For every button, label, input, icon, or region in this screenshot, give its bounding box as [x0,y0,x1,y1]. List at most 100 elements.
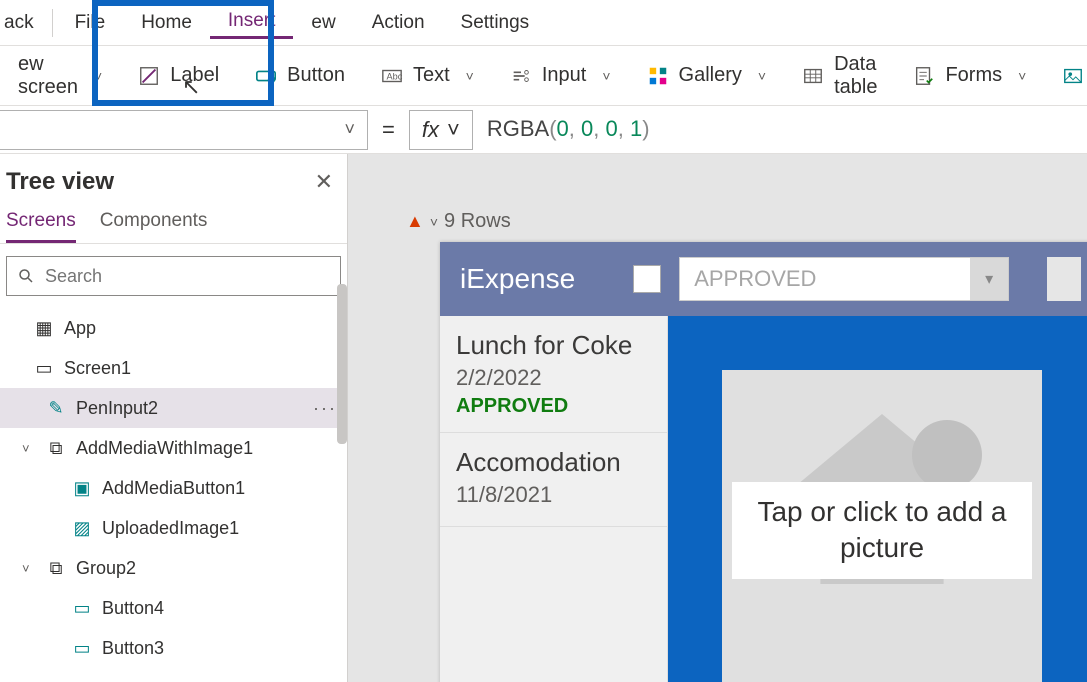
close-icon[interactable]: ✕ [315,169,333,195]
list-item[interactable]: Accomodation 11/8/2021 [440,433,667,527]
ribbon-media[interactable]: Mec [1044,46,1087,105]
ribbon-datatable-label: Data table [834,53,877,99]
canvas-area[interactable]: ▲ ˅ 9 Rows iExpense APPROVED ▾ Lunch for… [348,154,1087,682]
tree-view-title: Tree view [6,168,114,196]
formula-input[interactable]: RGBA(0, 0, 0, 1) [473,116,650,143]
ribbon-label-text: Label [170,64,219,87]
chevron-down-icon: ▾ [970,258,1008,300]
scrollbar[interactable] [337,284,347,444]
chevron-down-icon: ˅ [447,117,460,143]
tree-node-group2[interactable]: ˅⧉Group2 [0,548,347,588]
formula-function: RGBA [487,116,549,141]
ribbon-data-table[interactable]: Data table [784,46,895,105]
text-icon: Abc [381,65,403,87]
add-picture-box[interactable]: Tap or click to add a picture [722,370,1042,682]
tree-node-label: Button4 [102,598,164,619]
menu-home[interactable]: Home [123,8,210,38]
top-menu-bar: ack File Home Insert ew Action Settings [0,0,1087,46]
app-icon: ▦ [34,318,54,339]
tree-node-label: AddMediaButton1 [102,478,245,499]
ribbon-label[interactable]: Label [120,46,237,105]
status-dropdown[interactable]: APPROVED ▾ [679,257,1009,301]
tree-list: ▦ App ▭ Screen1 ✎PenInput2··· ˅ ⧉ AddMediaWi… [0,308,347,682]
ribbon-new-screen[interactable]: ew screen ˅ [0,46,120,105]
tree-node-label: AddMediaWithImage1 [76,438,253,459]
chevron-down-icon: ˅ [430,214,438,230]
checkbox[interactable] [633,265,661,293]
menu-view[interactable]: ew [293,8,353,38]
ribbon-button-text: Button [287,64,345,87]
ribbon-button[interactable]: Button [237,46,363,105]
ribbon-gallery[interactable]: Gallery ˅ [629,46,785,105]
divider [52,9,53,37]
ribbon-input[interactable]: Input ˅ [492,46,629,105]
menu-insert[interactable]: Insert [210,6,294,39]
fx-label: fx [422,117,439,143]
app-main-panel: Tap or click to add a picture [668,316,1087,682]
more-icon[interactable]: ··· [313,398,337,419]
tab-components[interactable]: Components [100,210,208,243]
header-side-button[interactable] [1047,257,1081,301]
expense-list: Lunch for Coke 2/2/2022 APPROVED Accomod… [440,316,668,682]
ribbon-text[interactable]: Abc Text ˅ [363,46,492,105]
group-icon: ⧉ [46,438,66,459]
tree-node-app[interactable]: ▦ App [0,308,347,348]
tree-node-addmediabutton1[interactable]: ▣ AddMediaButton1 [0,468,347,508]
tree-node-label: Screen1 [64,358,131,379]
formula-arg: 0 [557,116,569,141]
menu-file[interactable]: File [57,8,124,38]
app-body: Lunch for Coke 2/2/2022 APPROVED Accomod… [440,316,1087,682]
formula-arg: 0 [606,116,618,141]
item-date: 11/8/2021 [456,482,651,508]
search-icon [17,267,35,285]
tree-node-label: App [64,318,96,339]
chevron-down-icon: ˅ [94,68,102,84]
app-header: iExpense APPROVED ▾ [440,242,1087,316]
tree-node-peninput2[interactable]: ✎PenInput2··· [0,388,347,428]
tree-search[interactable] [6,256,341,296]
search-input[interactable] [45,266,330,287]
pen-icon: ✎ [46,398,66,419]
item-title: Accomodation [456,447,651,478]
tree-node-addmediawithimage1[interactable]: ˅ ⧉ AddMediaWithImage1 [0,428,347,468]
list-item[interactable]: Lunch for Coke 2/2/2022 APPROVED [440,316,667,433]
button-icon: ▭ [72,638,92,659]
new-screen-label: ew screen [18,53,78,99]
warning-icon: ▲ [406,211,424,232]
add-picture-caption: Tap or click to add a picture [732,482,1032,579]
tree-node-button4[interactable]: ▭Button4 [0,588,347,628]
media-icon [1062,65,1084,87]
tab-screens[interactable]: Screens [6,210,76,243]
chevron-down-icon: ˅ [758,68,766,84]
app-title: iExpense [460,263,575,295]
item-date: 2/2/2022 [456,365,651,391]
expand-icon[interactable]: ˅ [22,441,36,456]
formula-arg: 0 [581,116,593,141]
svg-text:Abc: Abc [386,71,402,81]
gallery-icon [647,65,669,87]
tree-node-label: UploadedImage1 [102,518,239,539]
screen-icon: ▭ [34,358,54,379]
main-split: Tree view ✕ Screens Components ▦ App ▭ Scr… [0,154,1087,682]
equals-label: = [368,117,409,143]
ribbon-forms[interactable]: Forms ˅ [895,46,1044,105]
tree-node-uploadedimage1[interactable]: ▨UploadedImage1 [0,508,347,548]
expand-icon[interactable]: ˅ [22,561,36,576]
tree-node-button3[interactable]: ▭Button3 [0,628,347,668]
formula-arg: 1 [630,116,642,141]
label-icon [138,65,160,87]
tree-node-screen1[interactable]: ▭ Screen1 [0,348,347,388]
menu-action[interactable]: Action [354,8,443,38]
input-icon [510,65,532,87]
item-status: APPROVED [456,395,651,418]
property-dropdown[interactable]: ˅ [0,110,368,150]
warning-rows[interactable]: ▲ ˅ 9 Rows [406,210,511,233]
image-placeholder-icon [912,420,982,490]
ribbon-text-label: Text [413,64,450,87]
button-icon [255,65,277,87]
media-button-icon: ▣ [72,478,92,499]
menu-settings[interactable]: Settings [443,8,548,38]
fx-dropdown[interactable]: fx ˅ [409,110,473,150]
ribbon-gallery-label: Gallery [679,64,742,87]
back-button[interactable]: ack [4,12,48,34]
